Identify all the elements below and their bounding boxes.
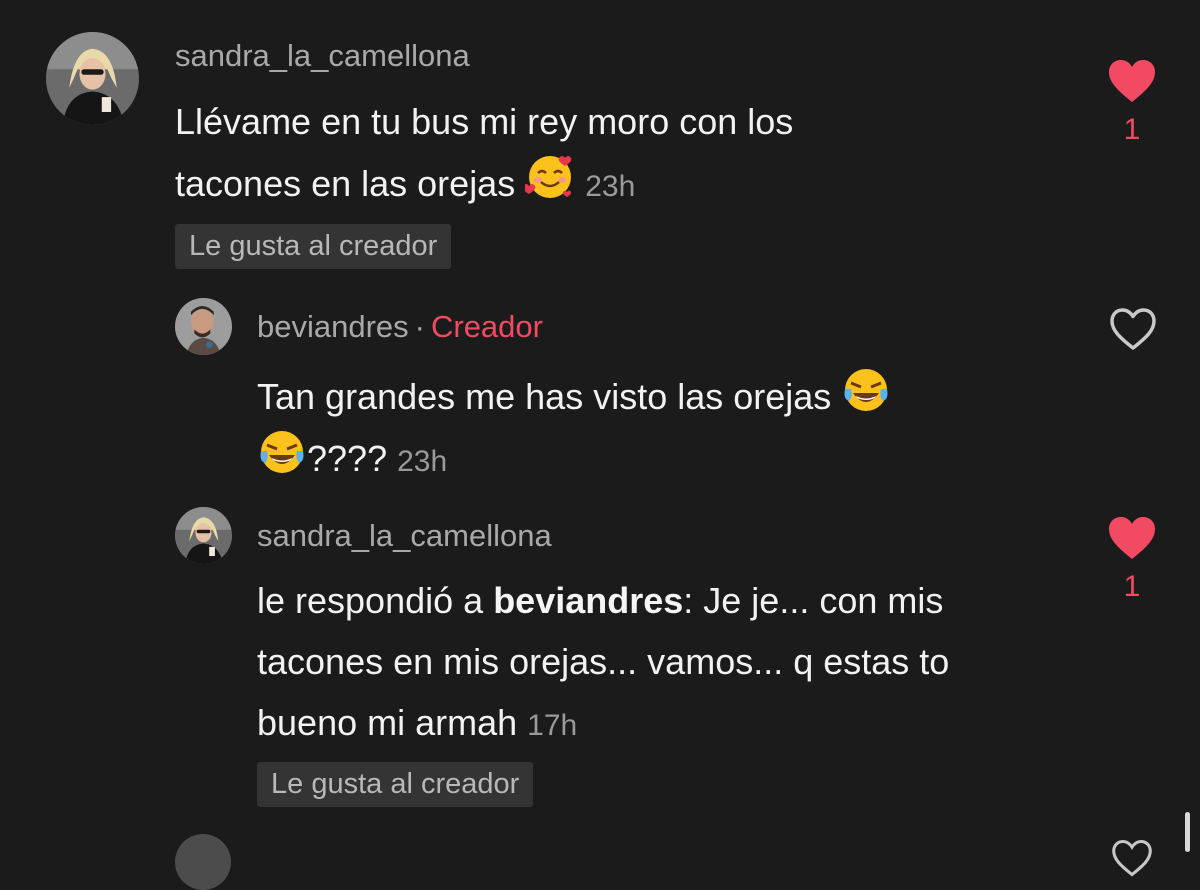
comment-text: Llévame en tu bus mi rey moro con los ta… [175, 91, 1055, 217]
heart-outline-icon[interactable] [1108, 306, 1158, 352]
avatar-image [175, 298, 232, 355]
comment-text-line: bueno mi armah 17h [257, 692, 1077, 756]
liked-by-creator-badge: Le gusta al creador [175, 224, 452, 269]
tears-of-joy-icon [841, 365, 891, 415]
smiling-face-with-hearts-icon [525, 152, 575, 202]
comment-username[interactable]: sandra_la_camellona [175, 38, 470, 74]
comment-text-line: tacones en las orejas 23h [175, 152, 1055, 217]
heart-filled-icon[interactable] [1107, 58, 1157, 104]
comment-text-line: Llévame en tu bus mi rey moro con los [175, 101, 794, 142]
comment-username-row: beviandres · Creador [257, 309, 543, 345]
comment-text-line: le respondió a beviandres: Je je... con … [257, 570, 1077, 631]
comment-text-line: Tan grandes me has visto las orejas [257, 365, 1057, 427]
reply-to-username-link[interactable]: beviandres [493, 580, 683, 621]
avatar-image [175, 507, 232, 564]
tears-of-joy-icon [257, 427, 307, 477]
heart-outline-icon[interactable] [1108, 838, 1156, 878]
comment-text-fragment: Tan grandes me has visto las orejas [257, 376, 832, 417]
like-count: 1 [1123, 570, 1141, 603]
comment-text-fragment: ???? [307, 438, 388, 479]
comment-text: Tan grandes me has visto las orejas ????… [257, 365, 1057, 492]
comment-timestamp: 17h [527, 709, 578, 742]
avatar[interactable] [175, 834, 231, 890]
comment-text-fragment: bueno mi armah [257, 702, 518, 743]
comment-text-line: ???? 23h [257, 427, 1057, 492]
comment-text-fragment: : Je je... con mis [683, 580, 944, 621]
avatar-image [46, 32, 139, 125]
heart-filled-icon[interactable] [1107, 515, 1157, 561]
separator-dot: · [414, 309, 425, 344]
avatar[interactable] [175, 298, 232, 355]
comment-username[interactable]: sandra_la_camellona [257, 518, 552, 554]
like-count: 1 [1123, 113, 1141, 146]
comment-text: le respondió a beviandres: Je je... con … [257, 570, 1077, 756]
comment-text-fragment: tacones en las orejas [175, 163, 516, 204]
comment-timestamp: 23h [585, 170, 636, 203]
liked-by-creator-badge: Le gusta al creador [257, 762, 534, 807]
avatar[interactable] [175, 507, 232, 564]
creator-tag: Creador [430, 309, 543, 344]
avatar[interactable] [46, 32, 139, 125]
scrollbar[interactable] [1185, 812, 1190, 852]
reply-prefix: le respondió a [257, 580, 484, 621]
comment-username[interactable]: beviandres [257, 309, 409, 344]
comment-timestamp: 23h [397, 445, 448, 478]
comment-text-line: tacones en mis orejas... vamos... q esta… [257, 641, 950, 682]
